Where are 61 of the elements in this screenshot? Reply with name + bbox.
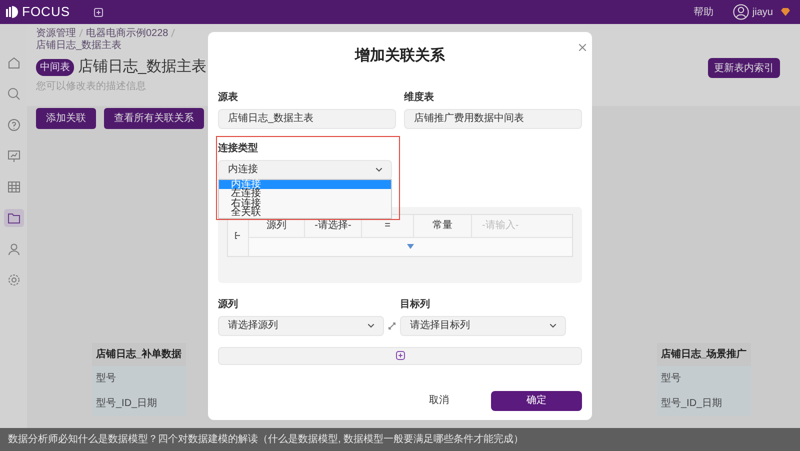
home-icon <box>6 56 20 70</box>
breadcrumb-link[interactable]: 资源管理 <box>36 28 76 39</box>
table-node[interactable]: 店铺日志_场景推广 型号 型号_ID_日期 <box>657 343 751 416</box>
node-field: 型号 <box>657 366 751 391</box>
node-field: 型号_ID_日期 <box>657 391 751 416</box>
dimension-table-field[interactable]: 店铺推广费用数据中间表 <box>404 108 582 128</box>
link-icon <box>388 322 396 330</box>
help-link[interactable]: 帮助 <box>693 4 714 20</box>
node-title: 店铺日志_补单数据 <box>92 343 186 366</box>
chevron-icon <box>368 324 374 328</box>
table-node[interactable]: 店铺日志_补单数据 型号 型号_ID_日期 <box>92 343 186 416</box>
source-column-select[interactable]: 请选择源列 <box>218 316 384 336</box>
settings-icon <box>6 273 20 287</box>
join-type-select[interactable]: 内连接 <box>218 160 392 180</box>
video-caption: 数据分析师必知什么是数据模型？四个对数据建模的解读（什么是数据模型, 数据模型一般要满足哪些条件才能完成） <box>8 432 524 447</box>
page-subtitle: 您可以修改表的描述信息 <box>36 80 147 94</box>
page-title: 店铺日志_数据主表 <box>78 57 206 77</box>
close-icon <box>579 44 586 51</box>
node-field: 型号 <box>92 366 186 391</box>
chevron-icon <box>550 324 556 328</box>
user-avatar-icon[interactable] <box>733 4 750 20</box>
action-button[interactable]: 添加关联 <box>36 108 96 128</box>
update-index-button[interactable]: 更新表内索引 <box>708 58 780 78</box>
source-table-field[interactable]: 店铺日志_数据主表 <box>218 108 396 128</box>
breadcrumb-link[interactable]: 电器电商示例0228 <box>86 28 168 39</box>
search-icon <box>6 87 20 101</box>
logo-icon <box>6 6 18 18</box>
field-label: 连接类型 <box>218 142 259 156</box>
breadcrumb-separator <box>171 28 176 39</box>
sidebar-item[interactable] <box>4 209 24 227</box>
dropdown-option[interactable]: 右连接 <box>219 198 391 208</box>
dropdown-option[interactable]: 左连接 <box>219 189 391 198</box>
dialog-title: 增加关联关系 <box>355 46 445 66</box>
new-tab-icon[interactable] <box>94 8 103 16</box>
caret-icon[interactable] <box>407 244 414 249</box>
target-column-select[interactable]: 请选择目标列 <box>400 316 566 336</box>
field-label: 源列 <box>218 298 239 312</box>
field-label: 维度表 <box>404 90 435 104</box>
breadcrumb-separator <box>79 28 83 39</box>
table-type-badge: 中间表 <box>36 58 74 76</box>
folder-icon <box>6 211 20 225</box>
breadcrumb-link[interactable]: 店铺日志_数据主表 <box>36 40 122 51</box>
user-name[interactable]: jiayu <box>752 4 773 20</box>
plus-icon <box>396 351 404 360</box>
node-field: 型号_ID_日期 <box>92 391 186 416</box>
user-icon <box>6 242 20 256</box>
diamond-icon <box>781 8 790 16</box>
value-input[interactable]: -请输入- <box>472 218 572 233</box>
bracket-icon <box>235 232 241 238</box>
help-icon <box>6 118 20 132</box>
field-label: 源表 <box>218 90 239 104</box>
node-title: 店铺日志_场景推广 <box>657 343 751 366</box>
chart-board-icon <box>6 149 20 163</box>
cancel-button[interactable]: 取消 <box>401 390 477 410</box>
action-button[interactable]: 查看所有关联关系 <box>104 108 204 128</box>
confirm-button[interactable]: 确定 <box>491 390 582 410</box>
field-label: 目标列 <box>400 298 431 312</box>
dropdown-option[interactable]: 全关联 <box>219 208 391 218</box>
chevron-icon <box>376 168 382 172</box>
table-icon <box>6 180 20 194</box>
app-logo: FOCUS <box>22 3 70 22</box>
